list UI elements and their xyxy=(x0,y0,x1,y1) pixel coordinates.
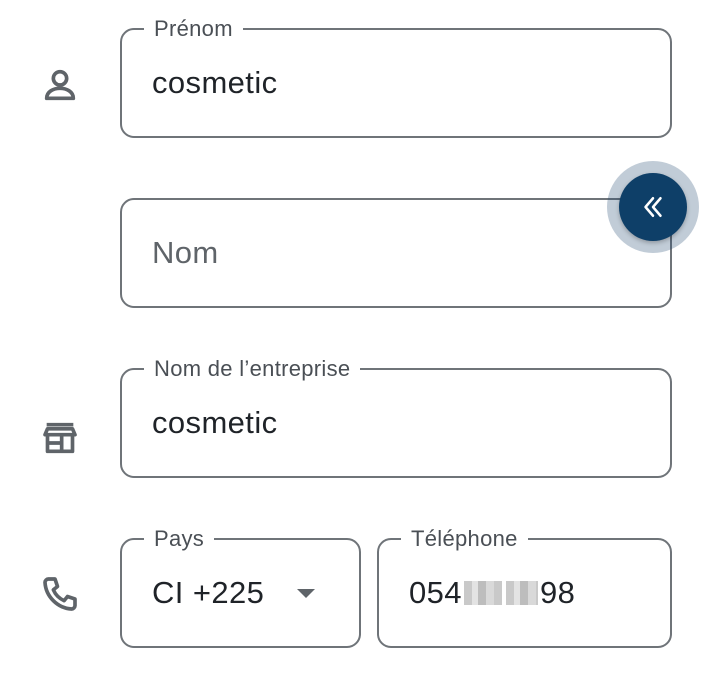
company-name-value: cosmetic xyxy=(152,405,278,440)
country-value: CI +225 xyxy=(152,575,265,610)
redacted-block xyxy=(505,581,538,605)
redacted-block xyxy=(463,581,502,605)
last-name-field[interactable]: Nom xyxy=(120,198,672,308)
phone-value-end: 98 xyxy=(539,575,576,610)
first-name-value: cosmetic xyxy=(152,65,278,100)
last-name-placeholder: Nom xyxy=(152,235,219,270)
double-chevron-left-icon xyxy=(644,197,662,217)
phone-value: 054 98 xyxy=(409,540,575,646)
country-select[interactable]: Pays CI +225 xyxy=(120,526,361,648)
person-icon xyxy=(38,63,82,107)
company-name-field[interactable]: Nom de l’entreprise cosmetic xyxy=(120,356,672,478)
phone-value-start: 054 xyxy=(409,575,462,610)
store-icon xyxy=(38,416,82,460)
first-name-field[interactable]: Prénom cosmetic xyxy=(120,16,672,138)
phone-field[interactable]: Téléphone 054 98 xyxy=(377,526,672,648)
phone-icon xyxy=(38,572,82,616)
dropdown-arrow-icon xyxy=(297,589,315,598)
collapse-button[interactable] xyxy=(619,173,687,241)
